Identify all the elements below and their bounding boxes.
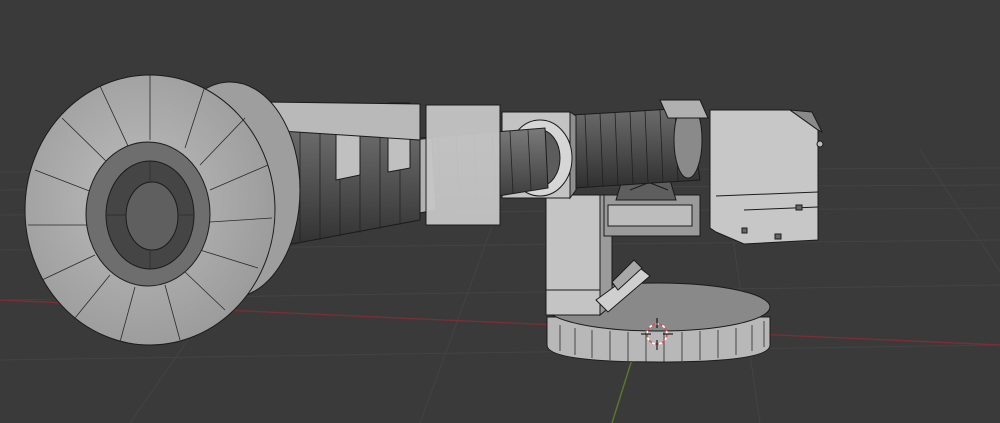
viewport-canvas[interactable] [0, 0, 1000, 423]
3d-viewport[interactable] [0, 0, 1000, 423]
receiver-housing[interactable] [709, 109, 824, 245]
